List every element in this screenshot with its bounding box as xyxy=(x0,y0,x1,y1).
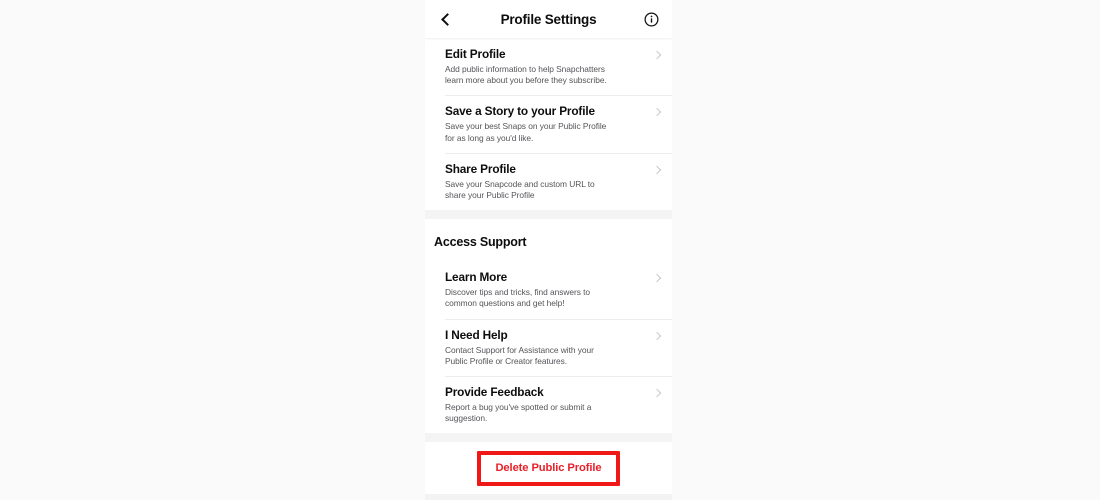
back-button[interactable] xyxy=(429,0,463,38)
settings-row-i-need-help[interactable]: I Need Help Contact Support for Assistan… xyxy=(425,318,672,377)
settings-row-title: I Need Help xyxy=(445,327,508,342)
settings-row-description: Add public information to help Snapchatt… xyxy=(445,64,607,86)
page-gutter-left xyxy=(0,0,425,500)
settings-row-share-profile[interactable]: Share Profile Save your Snapcode and cus… xyxy=(425,152,672,211)
settings-row-title: Learn More xyxy=(445,270,508,285)
delete-profile-area: Delete Public Profile xyxy=(425,442,672,495)
chevron-right-icon xyxy=(652,165,662,175)
chevron-right-icon xyxy=(652,388,662,398)
chevron-right-icon xyxy=(652,108,662,117)
delete-public-profile-button[interactable]: Delete Public Profile xyxy=(477,450,620,486)
chevron-right-icon xyxy=(652,331,662,340)
app-header: Profile Settings xyxy=(425,0,672,38)
settings-row-title: Save a Story to your Profile xyxy=(445,104,595,119)
settings-row-description: Discover tips and tricks, find answers t… xyxy=(445,287,591,309)
settings-row-provide-feedback[interactable]: Provide Feedback Report a bug you've spo… xyxy=(425,376,672,434)
chevron-right-icon xyxy=(652,50,662,60)
page-gutter-right xyxy=(672,0,1100,500)
settings-row-description: Save your best Snaps on your Public Prof… xyxy=(445,121,607,143)
chevron-left-icon xyxy=(441,12,454,26)
profile-section: Edit Profile Add public information to h… xyxy=(425,38,672,211)
access-support-section: Access Support Learn More Discover tips … xyxy=(425,219,672,434)
settings-row-description: Report a bug you've spotted or submit a … xyxy=(445,402,592,424)
settings-row-learn-more[interactable]: Learn More Discover tips and tricks, fin… xyxy=(425,261,672,319)
settings-scroll-area[interactable]: Edit Profile Add public information to h… xyxy=(425,38,672,500)
settings-row-title: Edit Profile xyxy=(445,47,506,61)
section-divider xyxy=(425,210,672,220)
phone-viewport: Profile Settings Edit Profile Add public… xyxy=(425,0,672,500)
settings-row-edit-profile[interactable]: Edit Profile Add public information to h… xyxy=(425,38,672,96)
screenshot-canvas: Profile Settings Edit Profile Add public… xyxy=(0,0,1100,500)
info-circle-icon xyxy=(644,12,658,26)
settings-row-title: Provide Feedback xyxy=(445,385,544,400)
info-button[interactable] xyxy=(634,0,668,38)
section-divider-bottom xyxy=(425,433,672,443)
chevron-right-icon xyxy=(652,273,662,283)
settings-row-description: Contact Support for Assistance with your… xyxy=(445,344,594,366)
settings-row-save-a-story[interactable]: Save a Story to your Profile Save your b… xyxy=(425,95,672,153)
settings-row-title: Share Profile xyxy=(445,161,516,176)
page-title: Profile Settings xyxy=(500,11,597,27)
section-heading: Access Support xyxy=(425,219,672,262)
settings-row-description: Save your Snapcode and custom URL to sha… xyxy=(445,178,595,201)
